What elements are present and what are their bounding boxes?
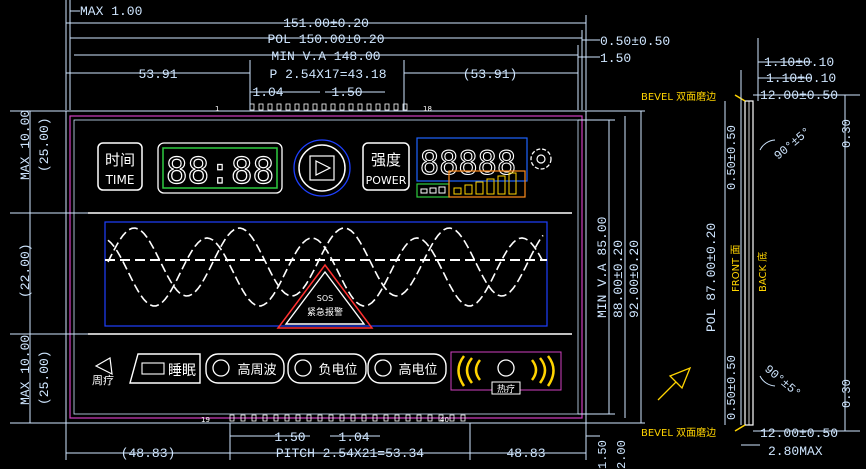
bevel-top-label: BEVEL 双面磨边 <box>641 91 716 103</box>
play-icon <box>315 160 332 176</box>
dim-left-max-top: MAX 10.00 <box>18 110 33 180</box>
dim-pin-width-top: 1.04 <box>252 85 283 100</box>
sos-label: SOS <box>317 294 333 303</box>
power-en-label: POWER <box>366 174 407 187</box>
pin <box>267 103 273 111</box>
sos-cn-label: 紧急报警 <box>307 306 343 318</box>
heat-therapy-icon: 热疗 <box>450 351 562 395</box>
pin <box>339 103 345 111</box>
dim-va-right: 1.50 <box>600 51 631 66</box>
dim-bottom-v2: 2.00 <box>615 440 629 469</box>
level-bar <box>475 181 484 195</box>
dim-va-width: MIN V.A 148.00 <box>271 49 380 64</box>
side-left-top: 0.50±0.50 <box>725 125 739 190</box>
level-bar <box>464 184 473 195</box>
dim-right-88: 88.00±0.20 <box>611 240 626 318</box>
dim-bottom-right: 48.83 <box>506 446 545 461</box>
side-top-b: 1.10±0.10 <box>766 71 836 86</box>
pin <box>321 103 327 111</box>
time-en-label: TIME <box>105 173 135 187</box>
pin <box>294 103 300 111</box>
pin <box>357 103 363 111</box>
negative-potential-segment: 负电位 <box>287 353 367 384</box>
side-pol-height: POL 87.00±0.20 <box>704 223 719 332</box>
clock-digits: 88:88 <box>166 151 274 192</box>
lcd-drawing: 1 18 19 40 时间 TIME 88:88 强度 POWER 88888 … <box>10 0 860 469</box>
play-ring <box>293 139 351 197</box>
side-right-top: 0.30 <box>840 119 854 148</box>
pin <box>366 103 372 111</box>
back-label: BACK 底 <box>756 252 769 292</box>
dim-right-offset: (53.91) <box>463 67 518 82</box>
drawing-canvas: { "dimensions": { "max_top": "MAX 1.00",… <box>0 0 866 469</box>
dim-bottom-gap: 1.50 <box>274 430 305 445</box>
pin <box>348 103 354 111</box>
dim-pol-width: POL 150.00±0.20 <box>267 32 384 47</box>
bevel-bottom-dim: 12.00±0.50 <box>760 426 838 441</box>
view-arrow-icon <box>657 366 692 401</box>
pin <box>276 103 282 111</box>
side-top-a: 1.10±0.10 <box>764 55 834 70</box>
dim-right-92: 92.00±0.20 <box>627 240 642 318</box>
dim-pin-pitch: P 2.54X17=43.18 <box>269 67 386 82</box>
dim-left-25-top: (25.00) <box>37 117 52 172</box>
dim-right-va: MIN V.A 85.00 <box>595 217 610 318</box>
sleep-label: 睡眠 <box>168 363 196 379</box>
pin <box>285 103 291 111</box>
high-potential-segment: 高电位 <box>367 353 447 384</box>
heat-label: 热疗 <box>497 383 515 395</box>
high-freq-segment: 高周波 <box>205 353 285 384</box>
dim-total-width: 151.00±0.20 <box>283 16 369 31</box>
pin <box>330 103 336 111</box>
bevel-bottom-label: BEVEL 双面磨边 <box>641 427 716 439</box>
side-right-bottom: 0.30 <box>840 379 854 408</box>
dim-max-top: MAX 1.00 <box>80 4 142 19</box>
dim-bottom-pitch: PITCH 2.54X21=53.34 <box>276 446 424 461</box>
pin-40-label: 40 <box>440 416 449 424</box>
pin <box>384 103 390 111</box>
side-thickness: 2.80MAX <box>768 444 823 459</box>
level-bar <box>453 187 462 195</box>
dim-pol-right: 0.50±0.50 <box>600 34 670 49</box>
gear-icon <box>530 148 552 170</box>
neg-label: 负电位 <box>318 363 357 378</box>
level-low-box <box>416 183 450 198</box>
dim-pin-gap-top: 1.50 <box>331 85 362 100</box>
sos-alarm-icon: SOS 紧急报警 <box>276 263 374 329</box>
dim-left-offset: 53.91 <box>138 67 177 82</box>
dim-bottom-left: (48.83) <box>121 446 176 461</box>
dim-left-25-bottom: (25.00) <box>37 350 52 405</box>
dim-bottom-pin: 1.04 <box>338 430 369 445</box>
bevel-top-dim: 12.00±0.50 <box>760 88 838 103</box>
pin <box>258 103 264 111</box>
angle-top: 90°±5° <box>772 125 814 164</box>
pin <box>312 103 318 111</box>
side-left-bottom: 0.50±0.50 <box>725 355 739 420</box>
top-pins: 1 18 <box>215 103 432 113</box>
pin-19-label: 19 <box>201 416 210 424</box>
angle-bottom: 90°±5° <box>761 362 803 401</box>
pin <box>249 103 255 111</box>
sleep-button-segment: 睡眠 <box>129 353 201 384</box>
high-freq-label: 高周波 <box>237 362 276 378</box>
cycle-mode-icon: 周疗 <box>92 357 114 387</box>
power-cn-label: 强度 <box>371 151 401 169</box>
dim-bottom-v1: 1.50 <box>596 440 610 469</box>
pin <box>375 103 381 111</box>
cycle-label: 周疗 <box>92 373 114 387</box>
pin-1-label: 1 <box>215 105 219 113</box>
dim-left-22: (22.00) <box>18 243 33 298</box>
pin <box>393 103 399 111</box>
pin-18-label: 18 <box>423 105 432 113</box>
front-label: FRONT 面 <box>731 245 742 292</box>
dim-left-max-bottom: MAX 10.00 <box>18 335 33 405</box>
time-cn-label: 时间 <box>105 151 135 169</box>
high-pot-label: 高电位 <box>398 362 437 378</box>
pin <box>303 103 309 111</box>
